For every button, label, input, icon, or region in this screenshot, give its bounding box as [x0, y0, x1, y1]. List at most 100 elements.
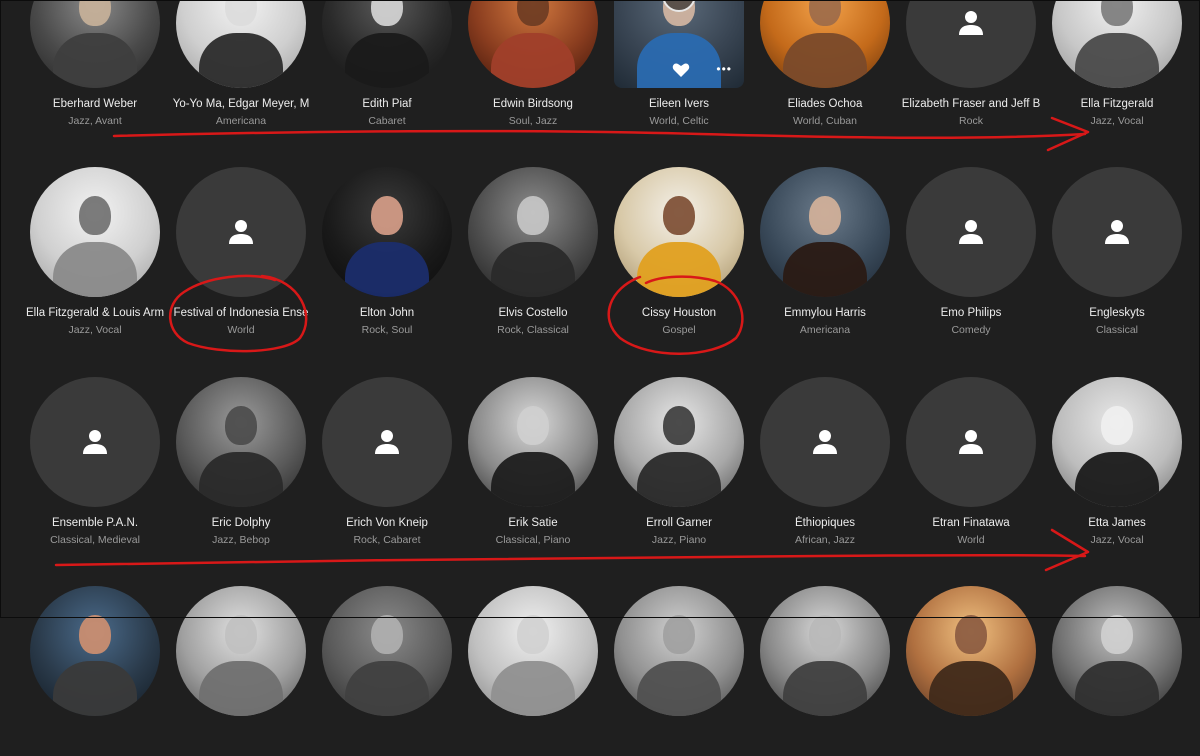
- artist-name[interactable]: Erroll Garner: [606, 516, 752, 530]
- artist-photo[interactable]: [1052, 586, 1182, 716]
- artist-name[interactable]: [460, 725, 606, 739]
- artist-photo[interactable]: •••: [614, 0, 744, 88]
- artist-card[interactable]: Ella Fitzgerald & Louis Arm Jazz, Vocal: [22, 167, 168, 337]
- artist-name[interactable]: Emo Philips: [898, 306, 1044, 320]
- artist-name[interactable]: Edith Piaf: [314, 97, 460, 111]
- artist-card[interactable]: Festival of Indonesia Ense World: [168, 167, 314, 337]
- artist-placeholder-avatar[interactable]: [760, 377, 890, 507]
- artist-photo[interactable]: [760, 586, 890, 716]
- artist-card[interactable]: [898, 586, 1044, 756]
- artist-name[interactable]: Ella Fitzgerald & Louis Arm: [22, 306, 168, 320]
- artist-photo[interactable]: [322, 167, 452, 297]
- artist-card[interactable]: Edith Piaf Cabaret: [314, 0, 460, 128]
- artist-card[interactable]: Éthiopiques African, Jazz: [752, 377, 898, 547]
- artist-name[interactable]: Cissy Houston: [606, 306, 752, 320]
- artist-card[interactable]: Elvis Costello Rock, Classical: [460, 167, 606, 337]
- artist-name[interactable]: Edwin Birdsong: [460, 97, 606, 111]
- artist-photo[interactable]: [614, 377, 744, 507]
- artist-name[interactable]: Erich Von Kneip: [314, 516, 460, 530]
- artist-name[interactable]: Yo-Yo Ma, Edgar Meyer, M: [168, 97, 314, 111]
- artist-photo[interactable]: [468, 0, 598, 88]
- artist-card[interactable]: Elton John Rock, Soul: [314, 167, 460, 337]
- artist-placeholder-avatar[interactable]: [322, 377, 452, 507]
- artist-card[interactable]: [168, 586, 314, 756]
- artist-photo[interactable]: [30, 586, 160, 716]
- artist-name[interactable]: [898, 725, 1044, 739]
- artist-photo[interactable]: [468, 377, 598, 507]
- artist-name[interactable]: Eric Dolphy: [168, 516, 314, 530]
- artist-photo[interactable]: [614, 586, 744, 716]
- artist-card[interactable]: [22, 586, 168, 756]
- artist-photo[interactable]: [1052, 0, 1182, 88]
- artist-name[interactable]: [752, 725, 898, 739]
- artist-placeholder-avatar[interactable]: [30, 377, 160, 507]
- artist-placeholder-avatar[interactable]: [906, 167, 1036, 297]
- artist-placeholder-avatar[interactable]: [1052, 167, 1182, 297]
- artist-card[interactable]: Ella Fitzgerald Jazz, Vocal: [1044, 0, 1190, 128]
- artist-name[interactable]: [606, 725, 752, 739]
- artist-card[interactable]: Etran Finatawa World: [898, 377, 1044, 547]
- artist-photo[interactable]: [468, 586, 598, 716]
- artist-card[interactable]: Erroll Garner Jazz, Piano: [606, 377, 752, 547]
- artist-card[interactable]: Emmylou Harris Americana: [752, 167, 898, 337]
- artist-card[interactable]: [752, 586, 898, 756]
- artist-card[interactable]: Eberhard Weber Jazz, Avant: [22, 0, 168, 128]
- artist-photo[interactable]: [176, 0, 306, 88]
- artist-card[interactable]: Eric Dolphy Jazz, Bebop: [168, 377, 314, 547]
- artist-card[interactable]: Erich Von Kneip Rock, Cabaret: [314, 377, 460, 547]
- artist-placeholder-avatar[interactable]: [906, 0, 1036, 88]
- artist-photo[interactable]: [30, 0, 160, 88]
- artist-card[interactable]: [606, 586, 752, 756]
- artist-name[interactable]: Elton John: [314, 306, 460, 320]
- artist-name[interactable]: Festival of Indonesia Ense: [168, 306, 314, 320]
- artist-card[interactable]: Engleskyts Classical: [1044, 167, 1190, 337]
- artist-name[interactable]: Éthiopiques: [752, 516, 898, 530]
- artist-photo[interactable]: [760, 167, 890, 297]
- artist-photo[interactable]: [176, 377, 306, 507]
- artist-name[interactable]: Eileen Ivers: [606, 97, 752, 111]
- artist-card[interactable]: [460, 586, 606, 756]
- more-options-icon[interactable]: •••: [716, 62, 732, 76]
- artist-card[interactable]: Erik Satie Classical, Piano: [460, 377, 606, 547]
- artist-photo[interactable]: [614, 167, 744, 297]
- artist-card[interactable]: ••• Eileen Ivers World, Celtic: [606, 0, 752, 128]
- artist-name[interactable]: Eliades Ochoa: [752, 97, 898, 111]
- artist-name[interactable]: Ensemble P.A.N.: [22, 516, 168, 530]
- artist-photo[interactable]: [30, 167, 160, 297]
- artist-name[interactable]: Ella Fitzgerald: [1044, 97, 1190, 111]
- artist-name[interactable]: Elvis Costello: [460, 306, 606, 320]
- artist-photo[interactable]: [176, 586, 306, 716]
- artist-name[interactable]: Emmylou Harris: [752, 306, 898, 320]
- artist-photo[interactable]: [906, 586, 1036, 716]
- artist-card[interactable]: Cissy Houston Gospel: [606, 167, 752, 337]
- artist-name[interactable]: Elizabeth Fraser and Jeff B: [898, 97, 1044, 111]
- artist-card[interactable]: [314, 586, 460, 756]
- artist-card[interactable]: Elizabeth Fraser and Jeff B Rock: [898, 0, 1044, 128]
- artist-card[interactable]: Yo-Yo Ma, Edgar Meyer, M Americana: [168, 0, 314, 128]
- artist-card[interactable]: [1044, 586, 1190, 756]
- artist-name[interactable]: Eberhard Weber: [22, 97, 168, 111]
- artist-photo[interactable]: [1052, 377, 1182, 507]
- artist-name[interactable]: Engleskyts: [1044, 306, 1190, 320]
- artist-photo[interactable]: [468, 167, 598, 297]
- artist-name[interactable]: [314, 725, 460, 739]
- photo-figure: [783, 242, 867, 297]
- artist-name[interactable]: [168, 725, 314, 739]
- artist-name[interactable]: [1044, 725, 1190, 739]
- artist-placeholder-avatar[interactable]: [176, 167, 306, 297]
- artist-name[interactable]: [22, 725, 168, 739]
- artist-card[interactable]: Emo Philips Comedy: [898, 167, 1044, 337]
- artist-placeholder-avatar[interactable]: [906, 377, 1036, 507]
- artist-photo[interactable]: [760, 0, 890, 88]
- artist-card[interactable]: Eliades Ochoa World, Cuban: [752, 0, 898, 128]
- artist-card[interactable]: Edwin Birdsong Soul, Jazz: [460, 0, 606, 128]
- artist-card[interactable]: Ensemble P.A.N. Classical, Medieval: [22, 377, 168, 547]
- artist-photo[interactable]: [322, 0, 452, 88]
- artist-photo[interactable]: [322, 586, 452, 716]
- person-icon: [809, 426, 841, 458]
- artist-name[interactable]: Erik Satie: [460, 516, 606, 530]
- artist-card[interactable]: Etta James Jazz, Vocal: [1044, 377, 1190, 547]
- artist-name[interactable]: Etran Finatawa: [898, 516, 1044, 530]
- artist-name[interactable]: Etta James: [1044, 516, 1190, 530]
- heart-icon[interactable]: [672, 62, 690, 78]
